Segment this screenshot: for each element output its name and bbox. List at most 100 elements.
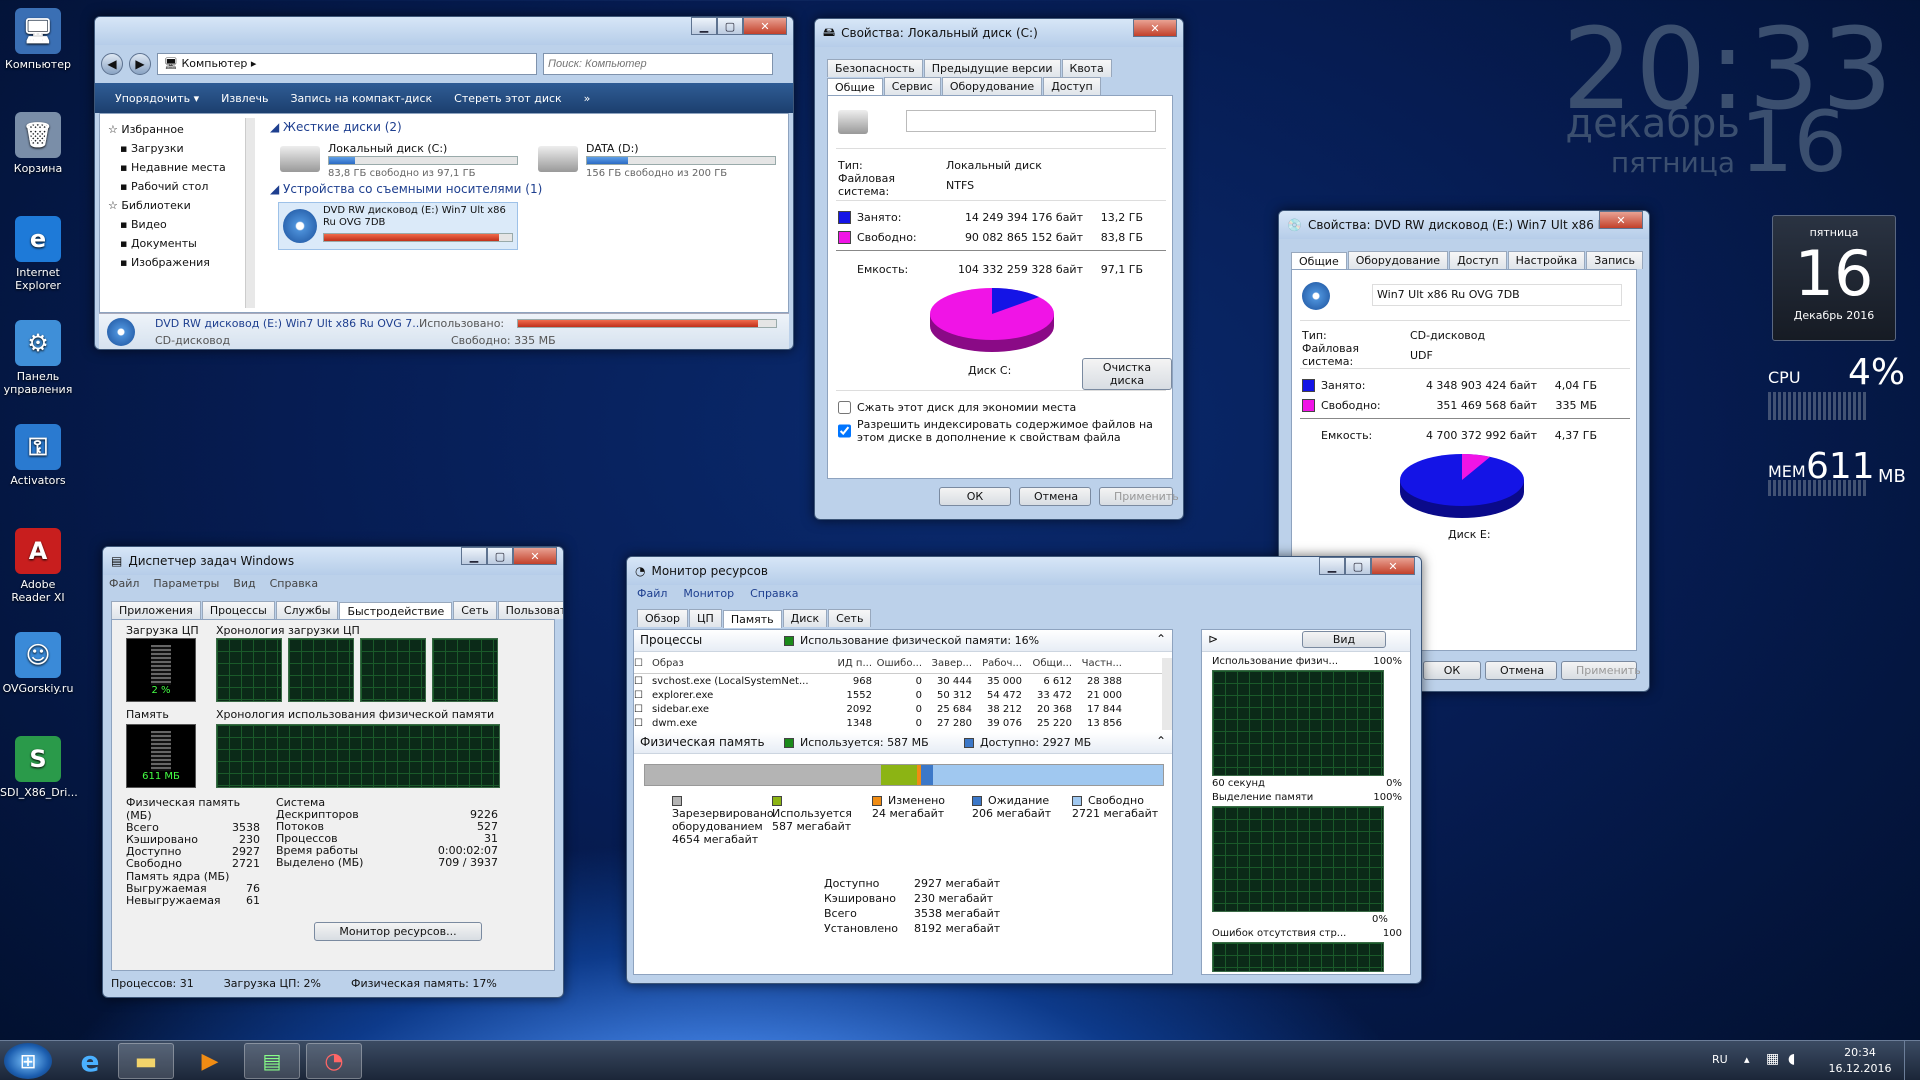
row-checkbox[interactable]: ☐: [634, 704, 652, 715]
volume-label-field[interactable]: Win7 Ult x86 Ru OVG 7DB: [1372, 284, 1622, 306]
select-all-checkbox[interactable]: ☐: [634, 658, 652, 673]
ok-button[interactable]: ОК: [1423, 661, 1481, 680]
properties-c-window[interactable]: 🖴 Свойства: Локальный диск (C:) ✕ Безопас…: [814, 18, 1184, 520]
row-checkbox[interactable]: ☐: [634, 690, 652, 701]
tab[interactable]: Запись: [1586, 251, 1643, 269]
column-header[interactable]: Образ: [652, 658, 822, 673]
toolbar-item[interactable]: Стереть этот диск: [454, 92, 562, 105]
forward-button[interactable]: ▶: [129, 53, 151, 75]
tab[interactable]: Пользователи: [497, 601, 563, 619]
tab[interactable]: Сеть: [453, 601, 497, 619]
desktop-icon[interactable]: ☺ OVGorskiy.ru: [0, 632, 76, 695]
desktop-icon[interactable]: ⚿ Activators: [0, 424, 76, 487]
tab[interactable]: Оборудование: [1347, 251, 1449, 269]
apply-button[interactable]: Применить: [1099, 487, 1179, 506]
nav-item[interactable]: ☆ Библиотеки: [106, 196, 246, 215]
cancel-button[interactable]: Отмена: [1485, 661, 1557, 680]
close-button[interactable]: ✕: [1599, 211, 1643, 229]
row-checkbox[interactable]: ☐: [634, 718, 652, 729]
properties-e-titlebar[interactable]: 💿 Свойства: DVD RW дисковод (E:) Win7 Ult…: [1279, 211, 1649, 239]
close-button[interactable]: ✕: [1133, 19, 1177, 37]
table-row[interactable]: ☐ sidebar.exe 2092 0 25 684 38 212 20 368 17 84…: [634, 702, 1162, 716]
network-icon[interactable]: ▦: [1766, 1051, 1779, 1067]
minimize-button[interactable]: ▁: [461, 547, 487, 565]
view-button[interactable]: Вид: [1302, 631, 1386, 648]
desktop-icon[interactable]: 🗑 Корзина: [0, 112, 76, 175]
volume-label-input[interactable]: [906, 110, 1156, 132]
explorer-window[interactable]: ▁▢✕ ◀ ▶ 🖥 Компьютер ▸ Упорядочить ▾ Извле…: [94, 16, 794, 350]
desktop-icon[interactable]: A Adobe Reader XI: [0, 528, 76, 604]
index-checkbox[interactable]: [838, 418, 851, 444]
physical-memory-header[interactable]: Физическая память Используется: 587 МБ Д…: [634, 732, 1172, 754]
ok-button[interactable]: ОК: [939, 487, 1011, 506]
task-manager-window[interactable]: ▤ Диспетчер задач Windows ▁ ▢ ✕ Файл Парамет…: [102, 546, 564, 998]
menu-item[interactable]: Параметры: [153, 577, 219, 590]
explorer-titlebar[interactable]: [95, 17, 793, 45]
disk-cleanup-button[interactable]: Очистка диска: [1082, 358, 1172, 390]
dvd-item[interactable]: DVD RW дисковод (E:) Win7 Ult x86 Ru OVG…: [278, 202, 518, 250]
minimize-button[interactable]: ▁: [1319, 557, 1345, 575]
nav-item[interactable]: ▪ Изображения: [106, 253, 246, 272]
desktop-icon[interactable]: S SDI_X86_Dri...: [0, 736, 78, 799]
close-button[interactable]: ✕: [1371, 557, 1415, 575]
tray-clock[interactable]: 20:34 16.12.2016: [1820, 1045, 1900, 1077]
close-button[interactable]: ✕: [513, 547, 557, 565]
tab[interactable]: Оборудование: [941, 77, 1043, 95]
tab[interactable]: Предыдущие версии: [923, 59, 1061, 77]
search-input[interactable]: [543, 53, 773, 75]
tab[interactable]: Процессы: [201, 601, 275, 619]
table-row[interactable]: ☐ explorer.exe 1552 0 50 312 54 472 33 472 21 0…: [634, 688, 1162, 702]
toolbar-item[interactable]: Упорядочить ▾: [115, 92, 199, 105]
compress-checkbox[interactable]: [838, 400, 851, 414]
toolbar-item[interactable]: Извлечь: [221, 92, 268, 105]
taskbar-ie[interactable]: e: [62, 1043, 118, 1079]
collapse-icon[interactable]: ⌃: [1156, 632, 1166, 646]
taskbar-media-player[interactable]: ▶: [182, 1043, 238, 1079]
menu-item[interactable]: Файл: [637, 587, 667, 600]
start-button[interactable]: ⊞: [4, 1043, 52, 1079]
nav-item[interactable]: ▪ Рабочий стол: [106, 177, 246, 196]
tab[interactable]: Квота: [1061, 59, 1112, 77]
table-row[interactable]: ☐ svchost.exe (LocalSystemNet... 968 0 30 44…: [634, 674, 1162, 688]
table-row[interactable]: ☐ dwm.exe 1348 0 27 280 39 076 25 220 13 856: [634, 716, 1162, 730]
resource-monitor-titlebar[interactable]: ◔ Монитор ресурсов: [627, 557, 1421, 585]
tab[interactable]: Доступ: [1043, 77, 1101, 95]
removable-group-header[interactable]: ◢ Устройства со съемными носителями (1): [270, 182, 542, 196]
hdd-group-header[interactable]: ◢ Жесткие диски (2): [270, 120, 402, 134]
apply-button[interactable]: Применить: [1561, 661, 1641, 680]
tab[interactable]: Сеть: [828, 609, 872, 627]
maximize-button[interactable]: ▢: [1345, 557, 1371, 575]
show-desktop-button[interactable]: [1904, 1041, 1920, 1080]
column-header[interactable]: Завер...: [922, 658, 972, 673]
taskbar-resource-monitor[interactable]: ◔: [306, 1043, 362, 1079]
close-button[interactable]: ✕: [743, 17, 787, 35]
tab[interactable]: Доступ: [1449, 251, 1507, 269]
back-button[interactable]: ◀: [101, 53, 123, 75]
tab[interactable]: Диск: [782, 609, 828, 627]
tab[interactable]: Безопасность: [827, 59, 923, 77]
volume-icon[interactable]: ◖: [1788, 1051, 1795, 1067]
address-bar[interactable]: 🖥 Компьютер ▸: [157, 53, 537, 75]
expand-icon[interactable]: ⊳: [1208, 632, 1218, 646]
tray-expand-icon[interactable]: ▴: [1744, 1053, 1750, 1066]
menu-item[interactable]: Монитор: [683, 587, 734, 600]
tab[interactable]: Приложения: [111, 601, 201, 619]
maximize-button[interactable]: ▢: [487, 547, 513, 565]
row-checkbox[interactable]: ☐: [634, 676, 652, 687]
menu-item[interactable]: Вид: [233, 577, 255, 590]
column-header[interactable]: Общи...: [1022, 658, 1073, 673]
column-header[interactable]: Рабоч...: [972, 658, 1022, 673]
cancel-button[interactable]: Отмена: [1019, 487, 1091, 506]
nav-item[interactable]: ▪ Загрузки: [106, 139, 246, 158]
menu-item[interactable]: Файл: [109, 577, 139, 590]
desktop-icon[interactable]: ⚙ Панель управления: [0, 320, 76, 396]
tab[interactable]: Сервис: [883, 77, 941, 95]
resource-monitor-button[interactable]: Монитор ресурсов...: [314, 922, 482, 941]
tab[interactable]: Обзор: [637, 609, 689, 627]
resource-monitor-window[interactable]: ◔ Монитор ресурсов ▁ ▢ ✕ Файл Монитор Справка…: [626, 556, 1422, 984]
nav-item[interactable]: ▪ Недавние места: [106, 158, 246, 177]
toolbar-item[interactable]: Запись на компакт-диск: [290, 92, 432, 105]
column-header[interactable]: Частн...: [1072, 658, 1122, 673]
nav-item[interactable]: ▪ Видео: [106, 215, 246, 234]
menu-item[interactable]: Справка: [750, 587, 798, 600]
